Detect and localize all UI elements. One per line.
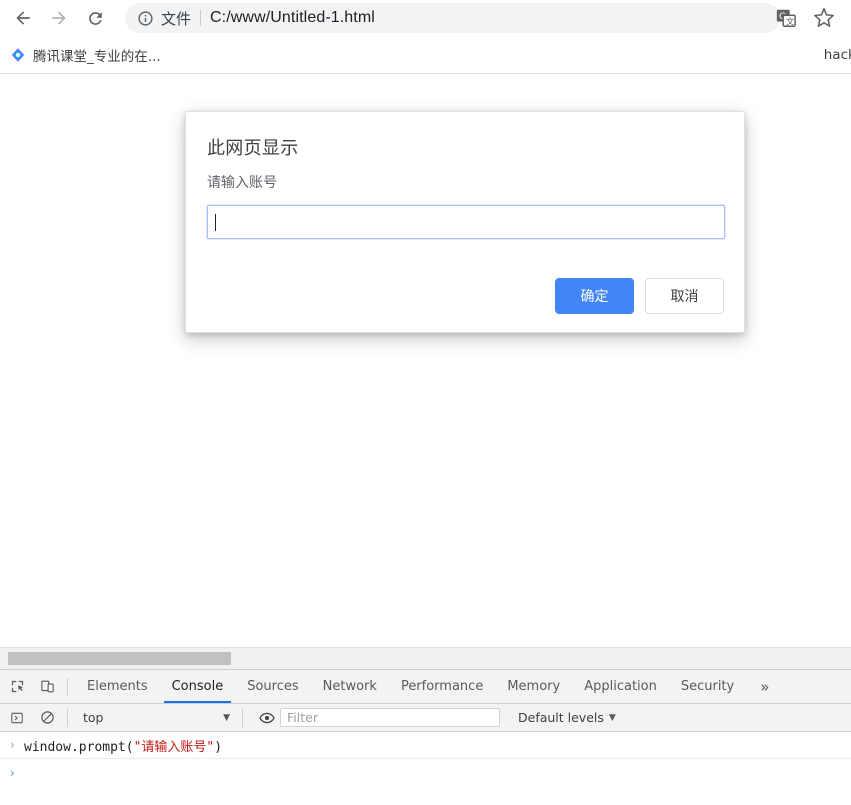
tab-application[interactable]: Application [572, 670, 669, 703]
bookmark-star-icon[interactable] [813, 7, 835, 29]
console-context-selector[interactable]: top ▼ [75, 707, 235, 728]
code-suffix: ) [214, 739, 223, 755]
translate-icon[interactable]: G 文 [775, 7, 797, 29]
chevron-down-icon: ▼ [608, 712, 616, 723]
tab-performance[interactable]: Performance [389, 670, 495, 703]
dialog-message: 请输入账号 [207, 175, 277, 191]
dialog-title: 此网页显示 [207, 138, 299, 159]
bookmarks-bar: 腾讯课堂_专业的在... hackin... [0, 36, 851, 74]
tab-console[interactable]: Console [160, 670, 236, 703]
toolbar-divider [242, 708, 243, 727]
omnibox-divider [200, 10, 202, 26]
url-text: C:/www/Untitled-1.html [210, 9, 375, 26]
console-output: › window.prompt("请输入账号") › [0, 732, 851, 804]
bookmark-label: 腾讯课堂_专业的在... [33, 48, 161, 65]
info-circle-icon [138, 10, 153, 26]
forward-button[interactable] [44, 3, 74, 33]
toolbar-divider [67, 708, 68, 727]
reload-button[interactable] [80, 3, 110, 33]
tab-elements[interactable]: Elements [75, 670, 160, 703]
browser-toolbar: 文件 C:/www/Untitled-1.html G 文 [0, 0, 851, 36]
reload-icon [88, 11, 102, 25]
tab-sources[interactable]: Sources [235, 670, 310, 703]
bookmark-item[interactable]: 腾讯课堂_专业的在... [2, 41, 169, 69]
url-scheme-label: 文件 [161, 9, 192, 28]
console-entry-code: window.prompt("请输入账号") [24, 736, 222, 755]
code-string-literal: "请输入账号" [133, 739, 215, 755]
tencent-ketang-icon [11, 47, 25, 62]
live-expression-eye-icon [259, 712, 275, 723]
console-sidebar-icon [11, 712, 23, 723]
console-context-value: top [83, 710, 104, 725]
clear-console-icon [40, 711, 54, 724]
console-sidebar-button[interactable] [4, 705, 30, 731]
omnibox-actions: G 文 [775, 0, 851, 36]
devtools-panel: Elements Console Sources Network Perform… [0, 669, 851, 805]
javascript-prompt-dialog: 此网页显示 请输入账号 确定 取消 [185, 111, 745, 333]
code-prefix: window.prompt( [24, 739, 134, 755]
back-button[interactable] [8, 3, 38, 33]
text-caret [215, 213, 216, 231]
live-expression-button[interactable] [254, 705, 280, 731]
forward-arrow-icon [52, 11, 66, 25]
bookmarks-overflow-region: hackin... [814, 40, 851, 70]
bookmark-label: hackin... [823, 47, 851, 63]
toolbar-divider [67, 677, 68, 696]
more-tabs-button[interactable]: » [750, 670, 779, 703]
dialog-text-input[interactable] [207, 205, 725, 239]
clear-console-button[interactable] [34, 705, 60, 731]
console-toolbar: top ▼ Filter Default levels ▼ [0, 704, 851, 732]
dialog-confirm-button[interactable]: 确定 [555, 278, 634, 314]
device-toolbar-icon [40, 680, 54, 693]
dialog-actions: 确定 取消 [555, 278, 724, 314]
browser-window: 文件 C:/www/Untitled-1.html G 文 腾讯课堂_专业的 [0, 0, 851, 805]
tab-memory[interactable]: Memory [495, 670, 572, 703]
console-filter-input[interactable]: Filter [280, 708, 500, 727]
address-bar[interactable]: 文件 C:/www/Untitled-1.html [125, 3, 780, 33]
back-arrow-icon [16, 11, 30, 25]
console-entry-arrow-icon: › [10, 738, 15, 752]
dialog-cancel-button[interactable]: 取消 [645, 278, 724, 314]
log-levels-label: Default levels [518, 710, 604, 725]
console-prompt-row[interactable]: › [0, 759, 851, 786]
inspect-element-button[interactable] [4, 674, 30, 700]
chevron-down-icon: ▼ [223, 712, 230, 723]
device-toolbar-button[interactable] [34, 674, 60, 700]
page-horizontal-scrollbar[interactable] [0, 647, 851, 669]
console-log-levels-selector[interactable]: Default levels ▼ [518, 710, 616, 725]
tab-security[interactable]: Security [669, 670, 746, 703]
svg-text:文: 文 [786, 16, 794, 26]
scrollbar-thumb[interactable] [8, 652, 231, 665]
page-viewport: 此网页显示 请输入账号 确定 取消 [0, 75, 851, 647]
bookmark-item[interactable]: hackin... [816, 41, 851, 69]
console-prompt-arrow-icon: › [10, 765, 15, 780]
console-entry[interactable]: › window.prompt("请输入账号") [0, 732, 851, 759]
inspect-element-icon [11, 680, 23, 693]
tab-network[interactable]: Network [311, 670, 389, 703]
devtools-tabbar: Elements Console Sources Network Perform… [0, 670, 851, 704]
